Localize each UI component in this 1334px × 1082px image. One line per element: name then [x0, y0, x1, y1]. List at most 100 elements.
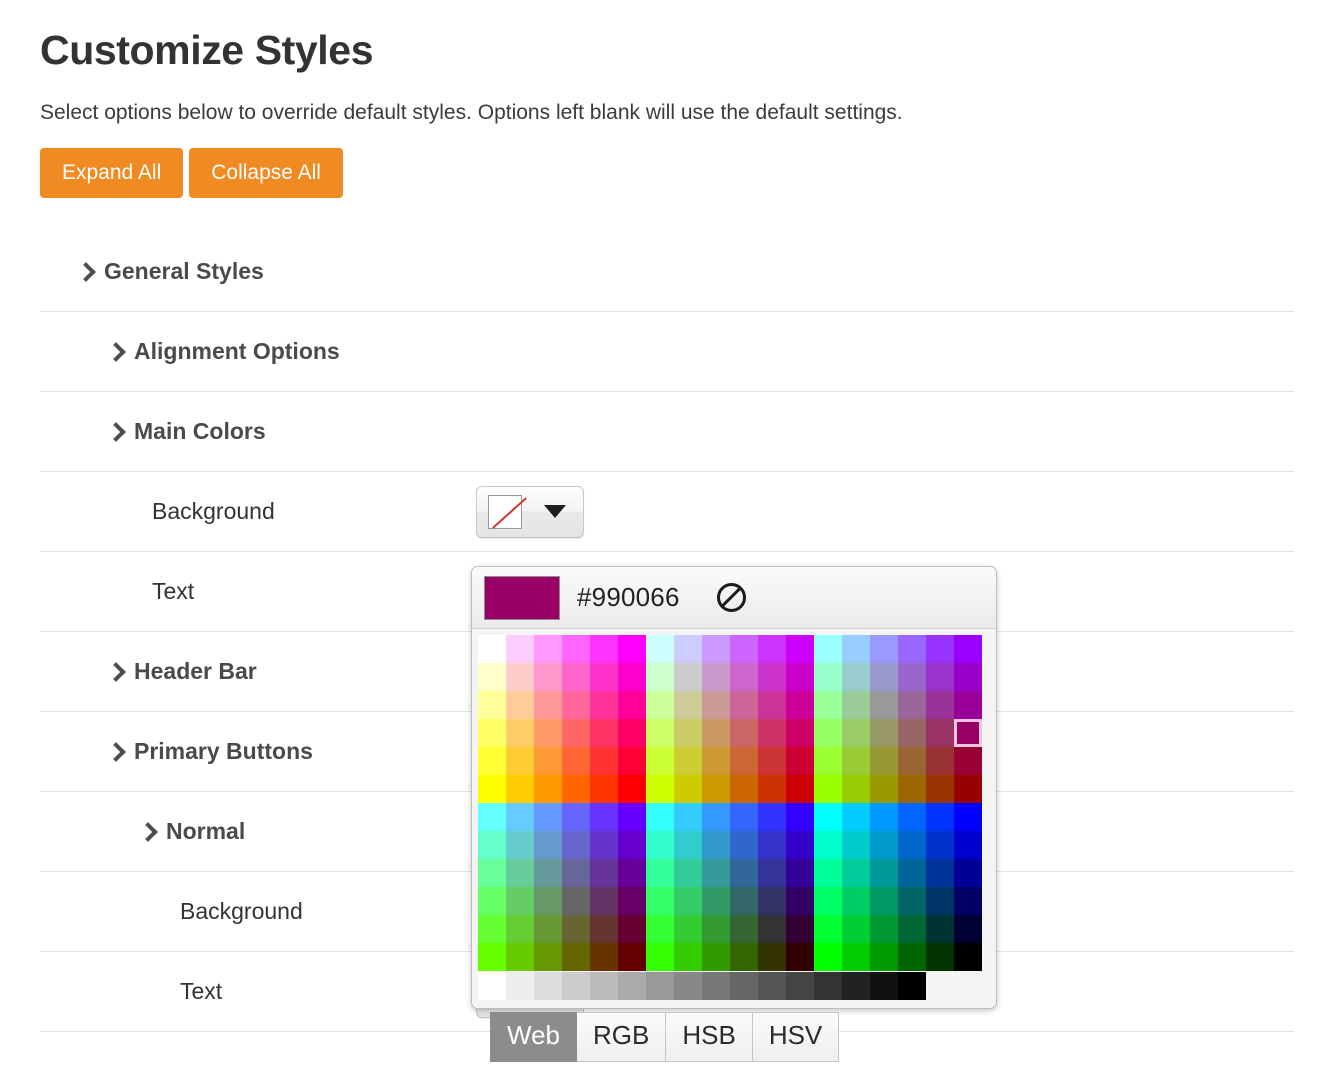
palette-swatch[interactable] — [758, 943, 786, 971]
section-row[interactable]: General Styles — [40, 232, 1294, 312]
palette-swatch[interactable] — [506, 859, 534, 887]
palette-swatch[interactable] — [926, 915, 954, 943]
grayscale-swatch[interactable] — [478, 972, 506, 1000]
palette-swatch[interactable] — [898, 915, 926, 943]
palette-swatch[interactable] — [506, 635, 534, 663]
palette-swatch[interactable] — [954, 663, 982, 691]
grayscale-swatch[interactable] — [786, 972, 814, 1000]
palette-swatch[interactable] — [842, 663, 870, 691]
palette-swatch[interactable] — [562, 915, 590, 943]
picker-tab-hsv[interactable]: HSV — [753, 1012, 839, 1062]
palette-swatch[interactable] — [954, 803, 982, 831]
grayscale-swatch[interactable] — [702, 972, 730, 1000]
palette-swatch[interactable] — [674, 747, 702, 775]
palette-swatch[interactable] — [758, 887, 786, 915]
palette-swatch[interactable] — [954, 691, 982, 719]
palette-swatch[interactable] — [562, 775, 590, 803]
palette-swatch[interactable] — [646, 803, 674, 831]
palette-swatch[interactable] — [646, 943, 674, 971]
palette-swatch[interactable] — [842, 635, 870, 663]
color-select-button[interactable] — [476, 486, 584, 538]
palette-swatch[interactable] — [590, 747, 618, 775]
grayscale-swatch[interactable] — [590, 972, 618, 1000]
palette-swatch[interactable] — [730, 663, 758, 691]
grayscale-swatch[interactable] — [562, 972, 590, 1000]
palette-swatch[interactable] — [786, 803, 814, 831]
palette-swatch[interactable] — [842, 887, 870, 915]
palette-swatch[interactable] — [898, 831, 926, 859]
palette-swatch[interactable] — [506, 943, 534, 971]
palette-swatch[interactable] — [590, 663, 618, 691]
grayscale-swatch[interactable] — [506, 972, 534, 1000]
grayscale-palette-row[interactable] — [478, 972, 982, 1000]
palette-swatch[interactable] — [870, 915, 898, 943]
palette-swatch[interactable] — [926, 831, 954, 859]
palette-swatch[interactable] — [898, 887, 926, 915]
palette-swatch[interactable] — [534, 803, 562, 831]
section-header[interactable]: Primary Buttons — [40, 738, 313, 765]
palette-swatch[interactable] — [842, 831, 870, 859]
palette-swatch[interactable] — [926, 635, 954, 663]
palette-swatch[interactable] — [786, 747, 814, 775]
palette-swatch[interactable] — [730, 775, 758, 803]
palette-swatch[interactable] — [590, 915, 618, 943]
palette-swatch[interactable] — [702, 915, 730, 943]
palette-swatch[interactable] — [674, 719, 702, 747]
palette-swatch[interactable] — [814, 859, 842, 887]
palette-swatch[interactable] — [534, 719, 562, 747]
palette-swatch[interactable] — [786, 719, 814, 747]
palette-swatch[interactable] — [674, 887, 702, 915]
palette-swatch[interactable] — [506, 747, 534, 775]
palette-swatch[interactable] — [926, 775, 954, 803]
palette-swatch[interactable] — [562, 663, 590, 691]
palette-swatch[interactable] — [562, 943, 590, 971]
palette-swatch[interactable] — [926, 943, 954, 971]
palette-swatch[interactable] — [814, 831, 842, 859]
palette-swatch[interactable] — [562, 719, 590, 747]
hex-value-label[interactable]: #990066 — [577, 582, 680, 613]
grayscale-swatch[interactable] — [870, 972, 898, 1000]
palette-swatch[interactable] — [786, 691, 814, 719]
palette-swatch[interactable] — [562, 635, 590, 663]
palette-swatch[interactable] — [702, 635, 730, 663]
palette-swatch[interactable] — [534, 943, 562, 971]
palette-swatch[interactable] — [730, 747, 758, 775]
section-header[interactable]: Main Colors — [40, 418, 266, 445]
palette-swatch[interactable] — [534, 859, 562, 887]
palette-swatch[interactable] — [674, 859, 702, 887]
palette-swatch[interactable] — [814, 635, 842, 663]
palette-swatch[interactable] — [590, 803, 618, 831]
palette-swatch[interactable] — [562, 691, 590, 719]
grayscale-swatch[interactable] — [814, 972, 842, 1000]
palette-swatch[interactable] — [842, 859, 870, 887]
palette-swatch[interactable] — [478, 943, 506, 971]
palette-swatch[interactable] — [842, 943, 870, 971]
palette-swatch[interactable] — [786, 663, 814, 691]
collapse-all-button[interactable]: Collapse All — [189, 148, 343, 198]
palette-swatch[interactable] — [590, 635, 618, 663]
palette-swatch[interactable] — [954, 887, 982, 915]
palette-swatch[interactable] — [618, 663, 646, 691]
palette-swatch[interactable] — [590, 943, 618, 971]
palette-swatch[interactable] — [702, 691, 730, 719]
palette-swatch[interactable] — [730, 803, 758, 831]
palette-swatch[interactable] — [534, 663, 562, 691]
palette-swatch[interactable] — [898, 635, 926, 663]
palette-swatch[interactable] — [478, 635, 506, 663]
palette-swatch[interactable] — [870, 775, 898, 803]
palette-swatch[interactable] — [534, 887, 562, 915]
palette-swatch[interactable] — [618, 831, 646, 859]
palette-swatch[interactable] — [842, 719, 870, 747]
grayscale-swatch[interactable] — [618, 972, 646, 1000]
palette-swatch[interactable] — [926, 747, 954, 775]
palette-swatch[interactable] — [646, 859, 674, 887]
palette-swatch[interactable] — [898, 663, 926, 691]
palette-swatch[interactable] — [870, 663, 898, 691]
palette-swatch[interactable] — [730, 719, 758, 747]
palette-swatch[interactable] — [758, 915, 786, 943]
palette-swatch[interactable] — [618, 719, 646, 747]
palette-swatch[interactable] — [786, 859, 814, 887]
palette-swatch[interactable] — [478, 831, 506, 859]
palette-swatch[interactable] — [478, 775, 506, 803]
palette-swatch[interactable] — [618, 775, 646, 803]
